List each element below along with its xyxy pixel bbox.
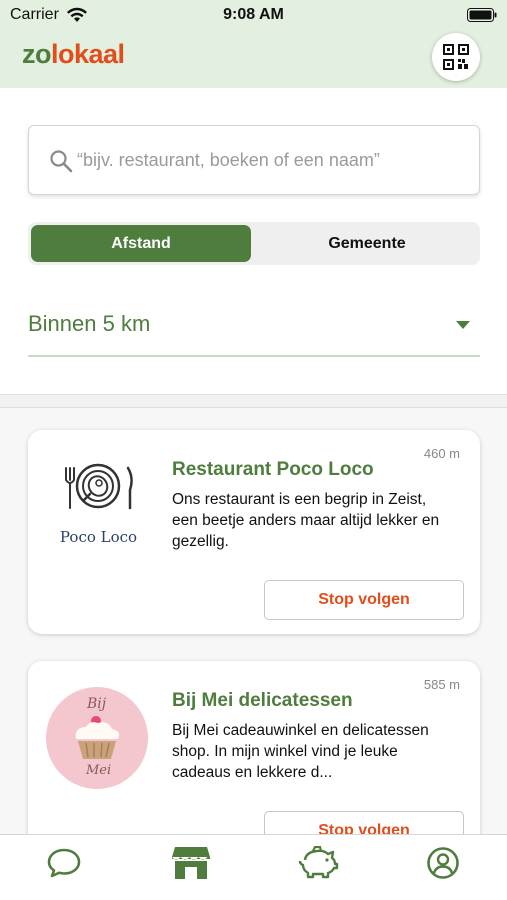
tab-shops[interactable] xyxy=(169,843,213,883)
search-input[interactable] xyxy=(77,126,472,194)
tab-bar xyxy=(0,834,507,900)
section-divider xyxy=(0,394,507,408)
search-bar[interactable] xyxy=(28,125,480,195)
shop-description: Bij Mei cadeauwinkel en delicatessen sho… xyxy=(172,722,429,781)
shop-icon xyxy=(172,847,210,879)
shop-description: Ons restaurant is een begrip in Zeist, e… xyxy=(172,491,440,550)
shop-logo: Bij Mei xyxy=(46,687,151,792)
piggy-bank-icon xyxy=(298,846,339,879)
battery-icon xyxy=(467,8,497,22)
shop-logo-text: Poco Loco xyxy=(59,528,138,546)
distance-dropdown[interactable]: Binnen 5 km xyxy=(28,297,480,357)
shop-card[interactable]: Poco Loco 460 m Restaurant Poco Loco Ons… xyxy=(28,430,480,634)
qr-code-icon xyxy=(443,44,469,70)
segment-afstand[interactable]: Afstand xyxy=(31,225,251,262)
shop-name: Bij Mei delicatessen xyxy=(172,690,353,711)
tab-savings[interactable] xyxy=(296,843,340,883)
shop-logo: Poco Loco xyxy=(46,456,151,561)
app-logo: zolokaal xyxy=(22,39,125,70)
status-bar: Carrier 9:08 AM xyxy=(0,0,507,30)
qr-scan-button[interactable] xyxy=(432,33,480,81)
distance-dropdown-value: Binnen 5 km xyxy=(28,311,151,336)
logo-lokaal: lokaal xyxy=(51,39,125,69)
profile-icon xyxy=(427,847,459,879)
status-time: 9:08 AM xyxy=(223,6,284,23)
logo-zo: zo xyxy=(22,39,52,69)
shop-logo-text-bottom: Mei xyxy=(86,763,112,778)
segment-gemeente[interactable]: Gemeente xyxy=(257,225,477,262)
tab-chat[interactable] xyxy=(42,843,86,883)
unfollow-button[interactable]: Stop volgen xyxy=(264,580,464,620)
distance-mode-segmented-control: Afstand Gemeente xyxy=(28,222,480,265)
shop-distance: 460 m xyxy=(423,446,460,461)
search-icon xyxy=(50,150,73,173)
shop-logo-circle: Bij Mei xyxy=(46,687,148,789)
shop-distance: 585 m xyxy=(423,677,460,692)
tab-profile[interactable] xyxy=(421,843,465,883)
chat-icon xyxy=(47,848,81,878)
app-header: Carrier 9:08 AM zolokaal xyxy=(0,0,507,88)
dropdown-arrow-icon xyxy=(456,321,470,329)
shop-name: Restaurant Poco Loco xyxy=(172,459,374,480)
